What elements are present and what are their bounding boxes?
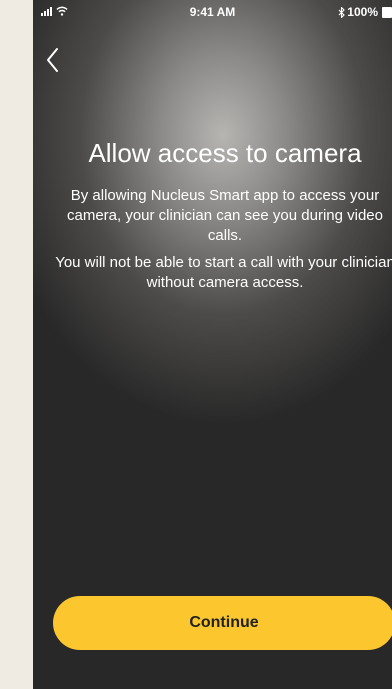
bluetooth-icon (338, 6, 346, 18)
battery-percentage: 100% (347, 5, 378, 19)
phone-screen: 9:41 AM 100% Allow access to camera By a… (33, 0, 392, 689)
status-right: 100% (338, 5, 392, 19)
chevron-left-icon (47, 48, 58, 72)
battery-icon (382, 6, 392, 18)
description-paragraph: By allowing Nucleus Smart app to access … (66, 187, 383, 244)
continue-button[interactable]: Continue (53, 596, 392, 650)
page-title: Allow access to camera (88, 138, 362, 168)
warning-paragraph: You will not be able to start a call wit… (55, 254, 392, 291)
back-button[interactable] (43, 46, 63, 74)
status-bar: 9:41 AM 100% (33, 0, 392, 26)
